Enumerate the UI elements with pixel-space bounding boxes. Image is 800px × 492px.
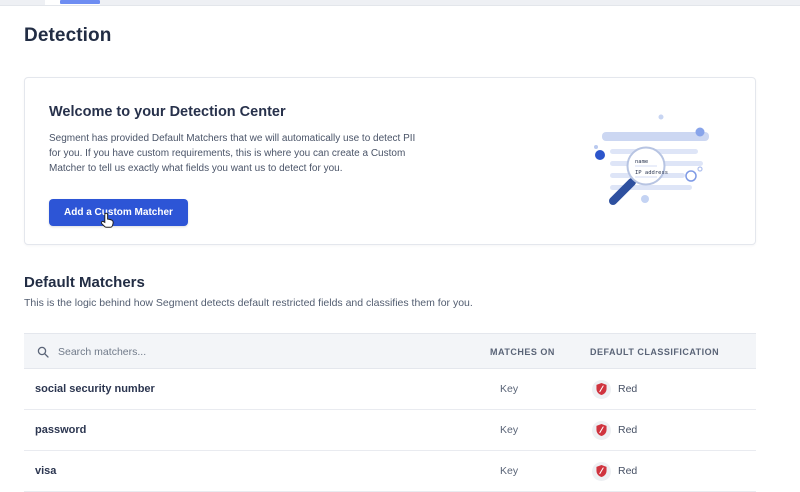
matches-on-value: Key	[500, 410, 518, 450]
illu-dot	[641, 195, 649, 203]
matches-on-value: Key	[500, 451, 518, 491]
illu-ring	[686, 171, 696, 181]
default-matchers-description: This is the logic behind how Segment det…	[24, 297, 473, 309]
matcher-name: password	[35, 410, 86, 450]
welcome-card-title: Welcome to your Detection Center	[49, 104, 286, 120]
detection-illustration: name IP address	[583, 84, 753, 234]
magnifier-handle	[613, 182, 632, 201]
illu-dot	[594, 145, 598, 149]
search-input[interactable]	[56, 345, 440, 359]
matcher-name: visa	[35, 451, 56, 491]
welcome-body-line: Matcher to tell us exactly what fields y…	[49, 161, 449, 176]
page-title: Detection	[24, 25, 111, 47]
illu-bar	[602, 132, 709, 141]
classification-badge: Red	[592, 410, 637, 450]
table-row[interactable]: visa Key Red	[24, 451, 756, 492]
detection-page: Detection Welcome to your Detection Cent…	[0, 0, 800, 475]
active-tab-underline	[60, 0, 100, 4]
shield-red-icon	[592, 462, 611, 481]
matchers-table: MATCHES ON DEFAULT CLASSIFICATION social…	[24, 333, 756, 492]
search-icon	[37, 346, 49, 358]
illu-ring	[698, 167, 702, 171]
classification-badge: Red	[592, 451, 637, 491]
classification-badge: Red	[592, 369, 637, 409]
illu-dot	[659, 115, 664, 120]
add-custom-matcher-button[interactable]: Add a Custom Matcher	[49, 199, 188, 226]
column-header-default-classification: DEFAULT CLASSIFICATION	[590, 334, 719, 370]
illu-dot	[595, 150, 605, 160]
shield-red-icon	[592, 380, 611, 399]
welcome-body-line: Segment has provided Default Matchers th…	[49, 131, 449, 146]
classification-label: Red	[618, 383, 637, 395]
matcher-name: social security number	[35, 369, 155, 409]
shield-red-icon	[592, 421, 611, 440]
classification-label: Red	[618, 424, 637, 436]
illu-dot	[696, 128, 705, 137]
illu-label-ip: IP address	[635, 170, 668, 176]
default-matchers-title: Default Matchers	[24, 274, 145, 291]
matches-on-value: Key	[500, 369, 518, 409]
column-header-matches-on: MATCHES ON	[490, 334, 555, 370]
tab-bar	[0, 0, 800, 6]
welcome-card: Welcome to your Detection Center Segment…	[24, 77, 756, 245]
search-field[interactable]	[37, 334, 457, 370]
table-row[interactable]: social security number Key Red	[24, 369, 756, 410]
classification-label: Red	[618, 465, 637, 477]
welcome-card-body: Segment has provided Default Matchers th…	[49, 131, 449, 176]
table-row[interactable]: password Key Red	[24, 410, 756, 451]
welcome-body-line: for you. If you have custom requirements…	[49, 146, 449, 161]
table-header: MATCHES ON DEFAULT CLASSIFICATION	[24, 333, 756, 369]
illu-label-name: name	[635, 159, 648, 165]
